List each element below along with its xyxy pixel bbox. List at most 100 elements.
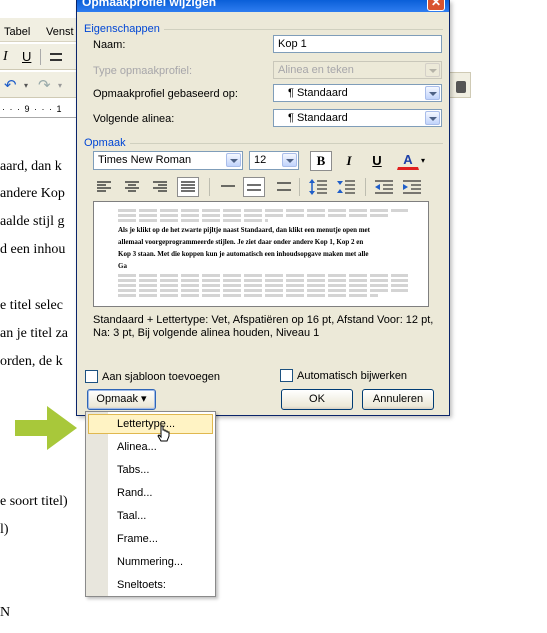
align-justify-button[interactable] xyxy=(177,177,199,197)
formatting-toolbar: I U xyxy=(0,44,80,70)
italic-button[interactable]: I xyxy=(338,151,360,171)
ruler: · · · 9 · · · 1 xyxy=(0,100,80,118)
name-label: Naam: xyxy=(93,39,126,51)
increase-spacing-icon[interactable] xyxy=(309,179,327,195)
underline-icon[interactable]: U xyxy=(22,49,31,64)
preview-text-line: Kop 3 staan. Met die koppen kun je autom… xyxy=(118,250,369,258)
next-paragraph-select[interactable]: ¶ Standaard xyxy=(273,109,442,127)
doc-line: e soort titel) xyxy=(0,494,68,509)
toolbar-separator xyxy=(365,178,366,196)
chevron-down-icon xyxy=(226,153,241,167)
mouse-pointer-icon xyxy=(157,425,170,442)
ok-button[interactable]: OK xyxy=(281,389,353,410)
add-to-template-checkbox[interactable] xyxy=(85,370,98,383)
menu-item-font[interactable]: Lettertype... xyxy=(88,414,213,434)
preview-filler-line xyxy=(118,284,408,287)
style-type-label: Type opmaakprofiel: xyxy=(93,65,193,77)
style-description: Standaard + Lettertype: Vet, Afspatiëren… xyxy=(93,314,434,339)
chevron-down-icon xyxy=(282,153,297,167)
menu-tabel[interactable]: Tabel xyxy=(4,26,30,38)
preview-filler-line xyxy=(118,279,408,282)
doc-line: d een inhou xyxy=(0,242,66,257)
preview-text-line: Als je klikt op de het zwarte pijltje na… xyxy=(118,226,370,234)
redo-dropdown-icon[interactable]: ▾ xyxy=(58,81,62,90)
style-preview: Als je klikt op de het zwarte pijltje na… xyxy=(93,201,429,307)
chevron-down-icon xyxy=(425,63,440,77)
line-spacing-double-icon[interactable] xyxy=(277,181,291,193)
bold-button[interactable]: B xyxy=(310,151,332,171)
font-color-button[interactable]: A xyxy=(397,150,419,170)
chevron-down-icon xyxy=(425,111,440,125)
menu-item-tabs[interactable]: Tabs... xyxy=(88,460,213,480)
toolbar-separator xyxy=(299,178,300,196)
increase-indent-icon[interactable] xyxy=(403,180,421,194)
decrease-spacing-icon[interactable] xyxy=(337,179,355,195)
dialog-title: Opmaakprofiel wijzigen xyxy=(82,0,217,9)
underline-button[interactable]: U xyxy=(366,151,388,171)
preview-filler-line xyxy=(118,214,388,217)
toolbar-separator xyxy=(209,178,210,196)
align-right-icon[interactable] xyxy=(153,181,167,193)
preview-filler-line xyxy=(118,274,408,277)
font-select[interactable]: Times New Roman xyxy=(93,151,243,170)
add-to-template-label: Aan sjabloon toevoegen xyxy=(102,371,221,383)
preview-filler-line xyxy=(118,294,378,297)
dialog-titlebar[interactable]: Opmaakprofiel wijzigen xyxy=(77,0,449,12)
chevron-down-icon xyxy=(425,86,440,100)
align-left-icon[interactable] xyxy=(50,53,62,61)
menu-item-numbering[interactable]: Nummering... xyxy=(88,552,213,572)
align-left-icon[interactable] xyxy=(97,181,111,193)
toolbar-separator xyxy=(40,49,41,65)
next-paragraph-label: Volgende alinea: xyxy=(93,113,175,125)
menu-item-language[interactable]: Taal... xyxy=(88,506,213,526)
modify-style-dialog: Opmaakprofiel wijzigen ✕ Eigenschappen N… xyxy=(76,0,450,416)
doc-line: aalde stijl g xyxy=(0,214,65,229)
based-on-label: Opmaakprofiel gebaseerd op: xyxy=(93,88,238,100)
align-center-icon[interactable] xyxy=(125,181,139,193)
format-menu: Lettertype... Alinea... Tabs... Rand... … xyxy=(85,411,216,597)
doc-line: orden, de k xyxy=(0,354,63,369)
preview-text-line: Ga xyxy=(118,262,127,270)
doc-line: aard, dan k xyxy=(0,159,62,174)
font-size-select[interactable]: 12 xyxy=(249,151,299,170)
close-button[interactable]: ✕ xyxy=(427,0,445,11)
doc-line: N xyxy=(0,605,11,620)
group-divider xyxy=(85,143,443,144)
preview-filler-line xyxy=(118,289,408,292)
auto-update-checkbox[interactable] xyxy=(280,369,293,382)
based-on-select[interactable]: ¶ Standaard xyxy=(273,84,442,102)
toolbar-options-icon[interactable] xyxy=(449,72,471,98)
cancel-button[interactable]: Annuleren xyxy=(362,389,434,410)
preview-filler-line xyxy=(118,219,268,222)
auto-update-label: Automatisch bijwerken xyxy=(297,370,408,382)
menu-item-border[interactable]: Rand... xyxy=(88,483,213,503)
preview-filler-line xyxy=(118,209,408,212)
preview-text-line: allemaal voorgeprogrammeerde stijlen. Je… xyxy=(118,238,364,246)
line-spacing-1-5-button[interactable] xyxy=(243,177,265,197)
group-properties-label: Eigenschappen xyxy=(84,23,164,35)
redo-icon[interactable]: ↷ xyxy=(38,76,51,94)
menu-item-shortcut[interactable]: Sneltoets: xyxy=(88,575,213,595)
line-spacing-single-icon[interactable] xyxy=(221,181,235,193)
style-type-select[interactable]: Alinea en teken xyxy=(273,61,442,79)
align-justify-icon xyxy=(181,181,195,192)
format-button[interactable]: Opmaak ▾ xyxy=(87,389,156,410)
pointer-arrow-icon xyxy=(15,406,77,450)
paragraph-toolbar xyxy=(93,177,433,199)
doc-line: andere Kop xyxy=(0,186,65,201)
menu-item-paragraph[interactable]: Alinea... xyxy=(88,437,213,457)
doc-line: l) xyxy=(0,522,9,537)
name-input[interactable]: Kop 1 xyxy=(273,35,442,53)
decrease-indent-icon[interactable] xyxy=(375,180,393,194)
undo-dropdown-icon[interactable]: ▾ xyxy=(24,81,28,90)
menu-venster[interactable]: Venst xyxy=(46,26,74,38)
menu-item-frame[interactable]: Frame... xyxy=(88,529,213,549)
doc-line: an je titel za xyxy=(0,326,69,341)
line-spacing-1-5-icon xyxy=(247,184,261,191)
italic-icon[interactable]: I xyxy=(3,49,8,65)
standard-toolbar: ↶ ▾ ↷ ▾ xyxy=(0,72,80,98)
doc-line: e titel selec xyxy=(0,298,63,313)
undo-icon[interactable]: ↶ xyxy=(4,76,17,94)
font-color-dropdown-icon[interactable]: ▾ xyxy=(421,156,425,165)
group-format-label: Opmaak xyxy=(84,137,130,149)
